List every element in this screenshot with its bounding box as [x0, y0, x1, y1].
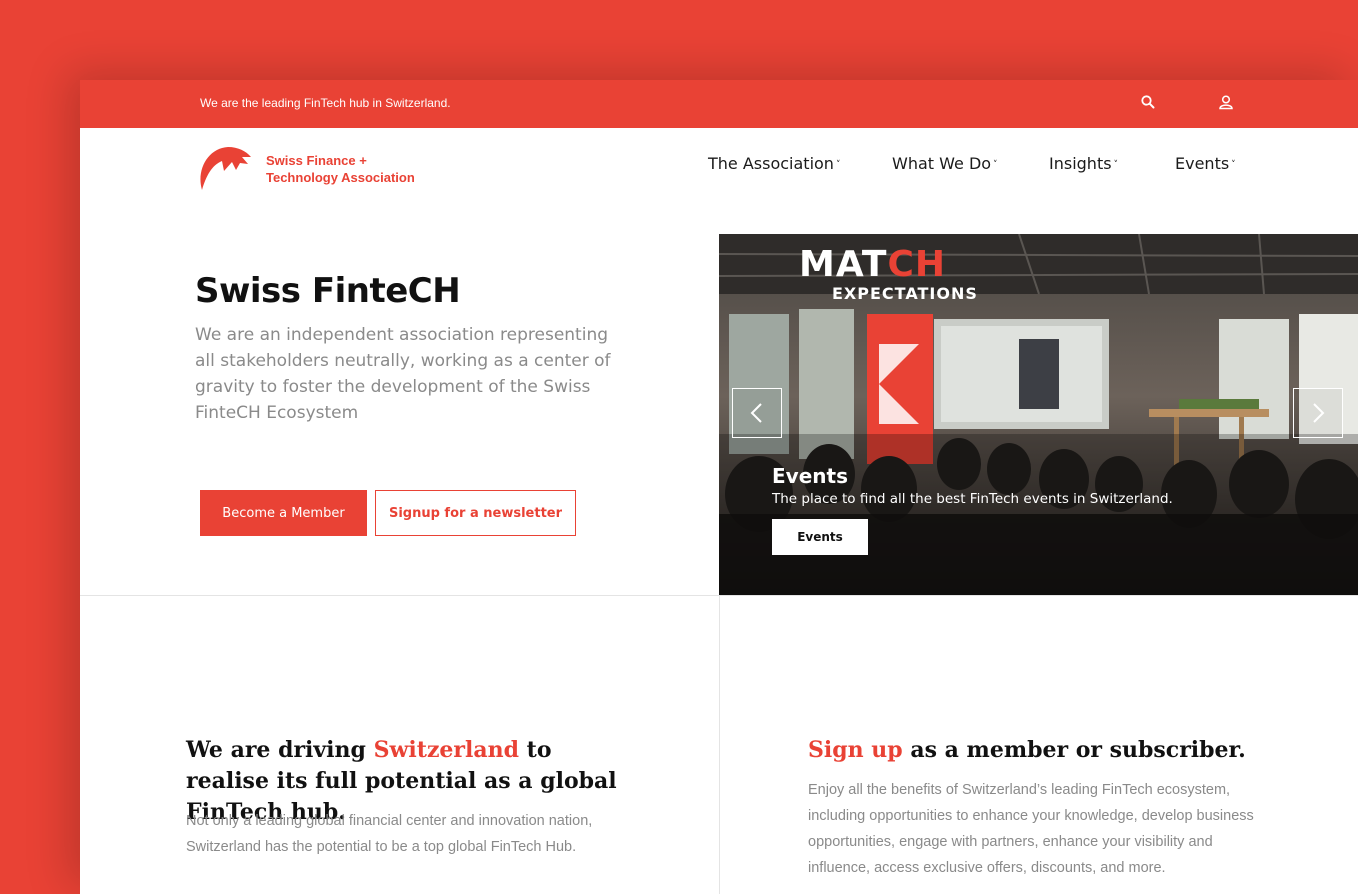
- become-member-button[interactable]: Become a Member: [200, 490, 367, 536]
- hero-slider: MATCH EXPECTATIONS Events The place to f…: [719, 234, 1358, 595]
- chevron-left-icon: [750, 403, 762, 423]
- logo-line-2: Technology Association: [266, 170, 415, 185]
- nav-item-what-we-do[interactable]: What We Do ˅: [892, 154, 998, 173]
- driving-switzerland-text: Not only a leading global financial cent…: [186, 813, 593, 855]
- logo-mark-icon: [200, 147, 251, 190]
- chevron-down-icon: ˅: [993, 160, 998, 170]
- slider-next-button[interactable]: [1293, 388, 1343, 438]
- tagline: We are the leading FinTech hub in Switze…: [200, 96, 451, 110]
- newsletter-signup-button[interactable]: Signup for a newsletter: [375, 490, 576, 536]
- chevron-right-icon: [1313, 403, 1325, 423]
- events-button[interactable]: Events: [772, 519, 868, 555]
- sign-up-heading: Sign up as a member or subscriber.: [808, 737, 1246, 763]
- browser-page: We are the leading FinTech hub in Switze…: [80, 80, 1358, 894]
- nav-item-events[interactable]: Events ˅: [1175, 154, 1236, 173]
- logo-line-1: Swiss Finance +: [266, 153, 367, 168]
- search-icon[interactable]: [1140, 94, 1158, 112]
- hero-description: We are an independent association repres…: [195, 325, 611, 423]
- sign-up-text: Enjoy all the benefits of Switzerland’s …: [808, 782, 1254, 876]
- banner-expectations-text: EXPECTATIONS: [832, 284, 978, 303]
- chevron-down-icon: ˅: [1113, 160, 1119, 170]
- chevron-down-icon: ˅: [835, 160, 841, 170]
- nav-item-the-association[interactable]: The Association ˅: [708, 154, 840, 173]
- logo[interactable]: Swiss Finance + Technology Association: [198, 144, 428, 194]
- user-icon[interactable]: [1218, 94, 1236, 112]
- banner-match-text: MATCH: [799, 244, 947, 285]
- top-bar: We are the leading FinTech hub in Switze…: [80, 80, 1358, 128]
- slide-title: Events: [772, 464, 848, 488]
- hero-title: Swiss FinteCH: [195, 271, 461, 311]
- slide-description: The place to find all the best FinTech e…: [772, 491, 1173, 507]
- nav-item-insights[interactable]: Insights ˅: [1049, 154, 1118, 173]
- column-divider: [719, 595, 720, 894]
- slider-prev-button[interactable]: [732, 388, 782, 438]
- chevron-down-icon: ˅: [1231, 160, 1236, 170]
